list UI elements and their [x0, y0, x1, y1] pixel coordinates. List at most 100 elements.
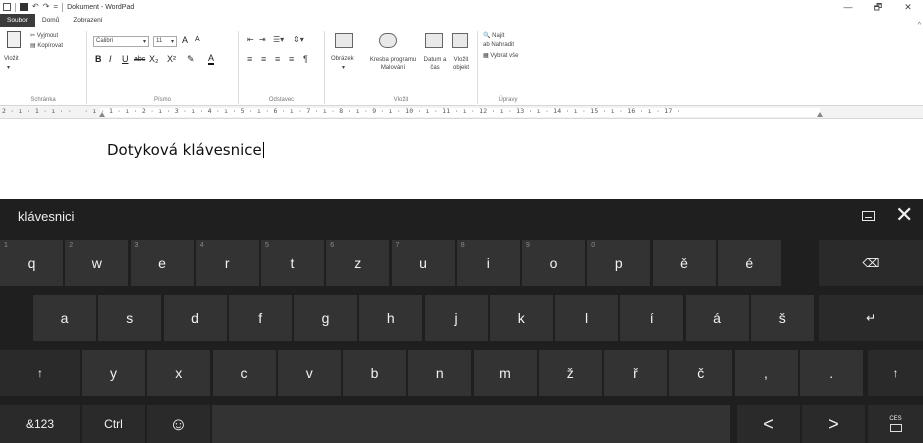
subscript-button[interactable]: X₂	[149, 54, 159, 64]
key-v[interactable]: v	[277, 350, 341, 396]
key-á[interactable]: á	[685, 295, 749, 341]
strikethrough-button[interactable]: abc	[134, 56, 145, 63]
highlight-color-button[interactable]: ✎	[187, 54, 195, 65]
key-n[interactable]: n	[408, 350, 472, 396]
paint-drawing-button[interactable]: Kresba programu Malování	[365, 56, 421, 72]
key-i[interactable]: 8i	[456, 240, 520, 286]
key-š[interactable]: š	[750, 295, 814, 341]
key-.[interactable]: .	[799, 350, 863, 396]
underline-button[interactable]: U	[122, 54, 129, 64]
key-e[interactable]: 3e	[130, 240, 194, 286]
find-button[interactable]: 🔍 Najít	[483, 32, 504, 39]
key-c[interactable]: c	[212, 350, 276, 396]
close-button[interactable]: ✕	[893, 0, 923, 14]
undo-icon[interactable]: ↶	[32, 3, 39, 11]
key-s[interactable]: s	[98, 295, 162, 341]
superscript-button[interactable]: X²	[167, 54, 176, 64]
language-key[interactable]: CES	[868, 405, 923, 443]
symbols-key[interactable]: &123	[0, 405, 80, 443]
font-color-button[interactable]: A	[208, 53, 215, 65]
key-q[interactable]: 1q	[0, 240, 63, 286]
key-o[interactable]: 9o	[522, 240, 585, 286]
key-h[interactable]: h	[359, 295, 423, 341]
increase-indent-icon[interactable]: ⇥	[259, 35, 266, 44]
word-suggestion[interactable]: klávesnici	[18, 209, 74, 224]
insert-object-button[interactable]: Vložit objekt	[449, 56, 473, 72]
line-spacing-icon[interactable]: ⇕▾	[293, 35, 304, 44]
key-í[interactable]: í	[620, 295, 684, 341]
object-icon[interactable]	[452, 33, 468, 48]
enter-key[interactable]: ↵	[819, 295, 923, 341]
wordpad-app-icon[interactable]	[3, 3, 11, 11]
key-u[interactable]: 7u	[391, 240, 455, 286]
picture-button[interactable]: Obrázek	[331, 56, 354, 62]
save-icon[interactable]	[20, 3, 28, 11]
key-č[interactable]: č	[669, 350, 733, 396]
shift-key-left[interactable]: ↑	[0, 350, 80, 396]
tab-file[interactable]: Soubor	[0, 14, 35, 27]
key-é[interactable]: é	[717, 240, 781, 286]
align-center-icon[interactable]: ≡	[261, 54, 266, 64]
copy-button[interactable]: ▤ Kopírovat	[30, 42, 63, 49]
tab-home[interactable]: Domů	[35, 14, 66, 27]
bold-button[interactable]: B	[95, 54, 102, 64]
customize-toolbar-icon[interactable]: =	[53, 3, 58, 11]
justify-icon[interactable]: ≡	[289, 54, 294, 64]
key-k[interactable]: k	[489, 295, 553, 341]
paste-button[interactable]: Vložit	[4, 56, 19, 62]
key-f[interactable]: f	[228, 295, 292, 341]
right-indent-marker[interactable]	[817, 112, 823, 117]
keyboard-settings-icon[interactable]	[862, 211, 875, 221]
decrease-indent-icon[interactable]: ⇤	[247, 35, 254, 44]
font-size-select[interactable]: 11 ▾	[153, 36, 177, 47]
maximize-button[interactable]: 🗗	[863, 0, 893, 14]
key-,[interactable]: ,	[734, 350, 798, 396]
document-text-line[interactable]: Dotyková klávesnice	[107, 141, 264, 159]
replace-button[interactable]: ab Nahradit	[483, 42, 514, 48]
key-r[interactable]: 4r	[195, 240, 259, 286]
key-m[interactable]: m	[473, 350, 537, 396]
cursor-left-key[interactable]: <	[737, 405, 800, 443]
key-z[interactable]: 6z	[326, 240, 390, 286]
key-a[interactable]: a	[33, 295, 96, 341]
key-l[interactable]: l	[555, 295, 618, 341]
align-left-icon[interactable]: ≡	[247, 54, 252, 64]
minimize-button[interactable]: —	[833, 0, 863, 14]
key-d[interactable]: d	[163, 295, 227, 341]
chevron-down-icon[interactable]: ▾	[342, 64, 345, 71]
paint-drawing-icon[interactable]	[379, 33, 397, 48]
paragraph-settings-icon[interactable]: ¶	[303, 54, 308, 64]
cut-button[interactable]: ✂ Vyjmout	[30, 32, 58, 39]
paste-icon[interactable]	[7, 31, 21, 48]
tab-view[interactable]: Zobrazení	[66, 14, 109, 27]
redo-icon[interactable]: ↷	[43, 3, 50, 11]
datetime-button[interactable]: Datum a čas	[422, 56, 448, 72]
paste-dropdown-icon[interactable]: ▾	[7, 64, 10, 71]
key-b[interactable]: b	[343, 350, 406, 396]
italic-button[interactable]: I	[109, 54, 112, 64]
key-p[interactable]: 0p	[587, 240, 651, 286]
key-ř[interactable]: ř	[604, 350, 667, 396]
key-w[interactable]: 2w	[65, 240, 129, 286]
calendar-clock-icon[interactable]	[425, 33, 443, 48]
ctrl-key[interactable]: Ctrl	[82, 405, 145, 443]
key-ě[interactable]: ě	[652, 240, 716, 286]
grow-font-button[interactable]: A	[182, 35, 188, 45]
select-all-button[interactable]: ▦ Vybrat vše	[483, 52, 518, 59]
font-family-select[interactable]: Calibri ▾	[93, 36, 149, 47]
align-right-icon[interactable]: ≡	[275, 54, 280, 64]
bullets-icon[interactable]: ☰▾	[273, 35, 284, 44]
emoji-key[interactable]: ☺	[147, 405, 210, 443]
cursor-right-key[interactable]: >	[802, 405, 865, 443]
backspace-key[interactable]: ⌫	[819, 240, 923, 286]
shrink-font-button[interactable]: A	[195, 36, 200, 43]
shift-key-right[interactable]: ↑	[868, 350, 923, 396]
key-j[interactable]: j	[424, 295, 488, 341]
key-x[interactable]: x	[147, 350, 211, 396]
keyboard-close-button[interactable]: ✕	[895, 203, 913, 227]
key-ž[interactable]: ž	[538, 350, 602, 396]
key-g[interactable]: g	[294, 295, 357, 341]
key-t[interactable]: 5t	[261, 240, 324, 286]
spacebar-key[interactable]	[212, 405, 730, 443]
left-indent-marker[interactable]	[99, 112, 105, 117]
